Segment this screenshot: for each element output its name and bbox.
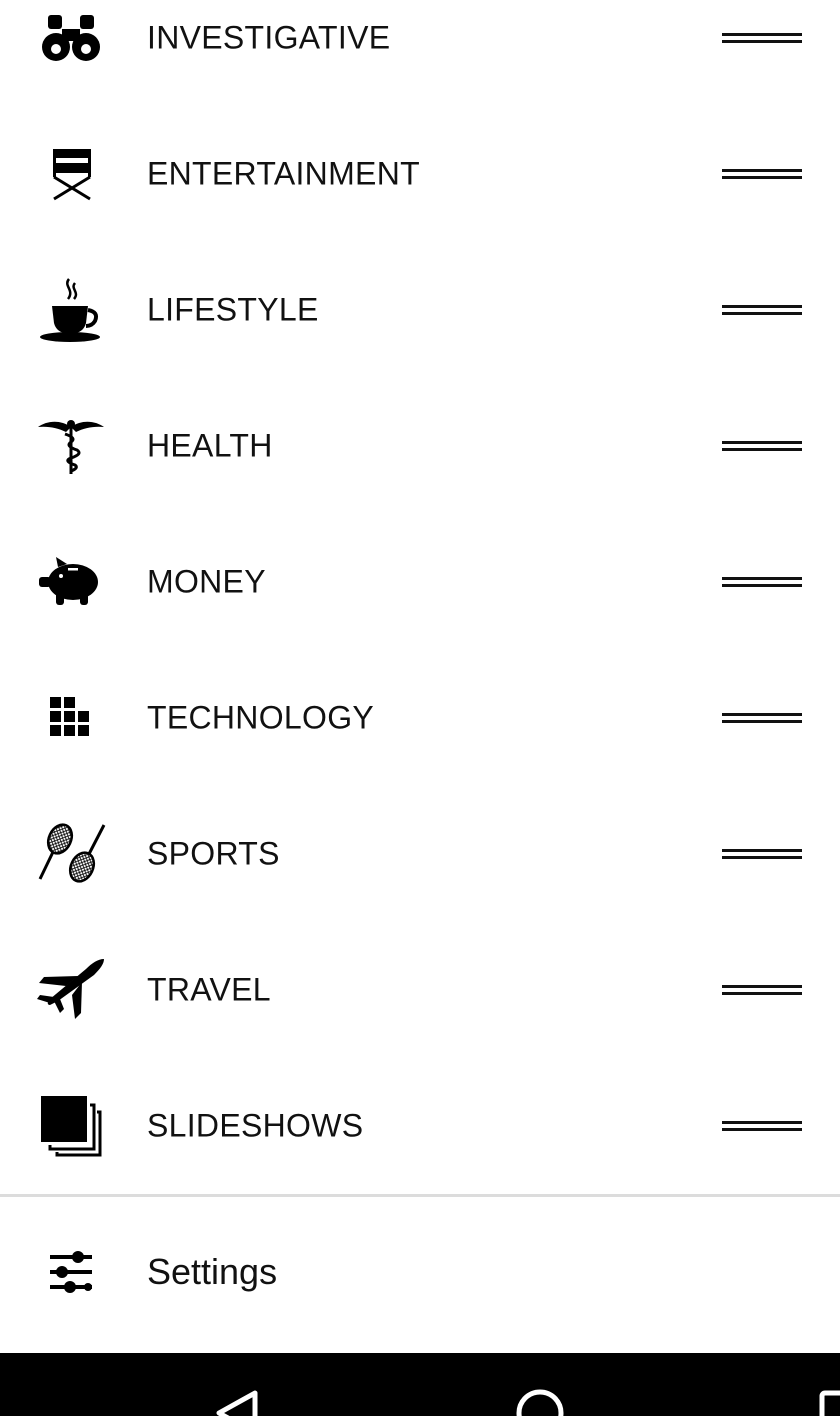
drag-handle-icon[interactable] bbox=[722, 30, 802, 46]
binoculars-icon bbox=[36, 3, 106, 73]
settings-item[interactable]: Settings bbox=[0, 1204, 840, 1340]
back-icon[interactable] bbox=[205, 1383, 275, 1416]
drag-handle-icon[interactable] bbox=[722, 166, 802, 182]
menu-item-label: SLIDESHOWS bbox=[147, 1107, 364, 1144]
menu-item-money[interactable]: MONEY bbox=[0, 514, 840, 650]
menu-item-investigative[interactable]: INVESTIGATIVE bbox=[0, 0, 840, 106]
home-icon[interactable] bbox=[505, 1383, 575, 1416]
menu-item-label: SPORTS bbox=[147, 835, 280, 872]
grid-blocks-icon bbox=[36, 683, 106, 753]
menu-item-lifestyle[interactable]: LIFESTYLE bbox=[0, 242, 840, 378]
menu-item-label: TRAVEL bbox=[147, 971, 271, 1008]
stacked-squares-icon bbox=[36, 1091, 106, 1161]
settings-label: Settings bbox=[147, 1251, 278, 1292]
menu-item-label: MONEY bbox=[147, 563, 266, 600]
drag-handle-icon[interactable] bbox=[722, 982, 802, 998]
drag-handle-icon[interactable] bbox=[722, 438, 802, 454]
drag-handle-icon[interactable] bbox=[722, 1118, 802, 1134]
system-nav-bar bbox=[0, 1353, 840, 1416]
menu-item-technology[interactable]: TECHNOLOGY bbox=[0, 650, 840, 786]
menu-item-entertainment[interactable]: ENTERTAINMENT bbox=[0, 106, 840, 242]
section-menu-list: INVESTIGATIVE ENTERTAINMENT LIFESTYLE HE… bbox=[0, 0, 840, 1194]
menu-item-label: HEALTH bbox=[147, 427, 273, 464]
piggy-bank-icon bbox=[36, 547, 106, 617]
app-screen: INVESTIGATIVE ENTERTAINMENT LIFESTYLE HE… bbox=[0, 0, 840, 1416]
divider bbox=[0, 1194, 840, 1197]
coffee-cup-icon bbox=[36, 275, 106, 345]
menu-item-label: TECHNOLOGY bbox=[147, 699, 375, 736]
menu-item-travel[interactable]: TRAVEL bbox=[0, 922, 840, 1058]
menu-item-sports[interactable]: SPORTS bbox=[0, 786, 840, 922]
drag-handle-icon[interactable] bbox=[722, 574, 802, 590]
drag-handle-icon[interactable] bbox=[722, 846, 802, 862]
drag-handle-icon[interactable] bbox=[722, 302, 802, 318]
menu-item-slideshows[interactable]: SLIDESHOWS bbox=[0, 1058, 840, 1194]
tennis-rackets-icon bbox=[36, 819, 106, 889]
menu-item-label: INVESTIGATIVE bbox=[147, 19, 391, 56]
menu-item-label: ENTERTAINMENT bbox=[147, 155, 420, 192]
caduceus-icon bbox=[36, 411, 106, 481]
drag-handle-icon[interactable] bbox=[722, 710, 802, 726]
menu-item-health[interactable]: HEALTH bbox=[0, 378, 840, 514]
sliders-icon bbox=[36, 1237, 106, 1307]
airplane-icon bbox=[36, 955, 106, 1025]
menu-item-label: LIFESTYLE bbox=[147, 291, 319, 328]
recents-icon[interactable] bbox=[810, 1383, 840, 1416]
directors-chair-icon bbox=[36, 139, 106, 209]
